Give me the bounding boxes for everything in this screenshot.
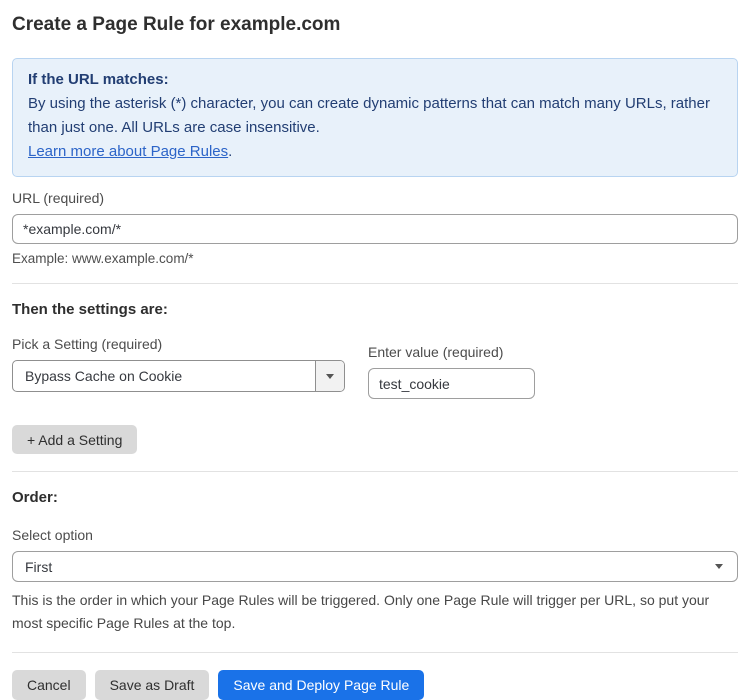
dropdown-arrow-button[interactable]: [315, 361, 344, 391]
enter-value-column: Enter value (required): [368, 331, 535, 399]
info-box-link-line: Learn more about Page Rules.: [28, 140, 722, 164]
order-select[interactable]: First: [12, 551, 738, 582]
info-box-heading: If the URL matches:: [28, 68, 722, 92]
chevron-down-icon: [326, 374, 334, 379]
divider: [12, 652, 738, 653]
link-suffix: .: [228, 143, 232, 160]
pick-setting-column: Pick a Setting (required) Bypass Cache o…: [12, 323, 345, 399]
pick-setting-selected-value: Bypass Cache on Cookie: [13, 361, 315, 391]
save-as-draft-button[interactable]: Save as Draft: [95, 670, 210, 700]
footer-actions: Cancel Save as Draft Save and Deploy Pag…: [12, 670, 738, 700]
settings-section-heading: Then the settings are:: [12, 301, 738, 319]
pick-setting-label: Pick a Setting (required): [12, 336, 345, 352]
setting-value-input[interactable]: [368, 368, 535, 399]
enter-value-label: Enter value (required): [368, 344, 535, 360]
url-input[interactable]: [12, 214, 738, 244]
cancel-button[interactable]: Cancel: [12, 670, 86, 700]
url-match-info-box: If the URL matches: By using the asteris…: [12, 58, 738, 177]
save-and-deploy-button[interactable]: Save and Deploy Page Rule: [218, 670, 424, 700]
url-label: URL (required): [12, 190, 738, 206]
order-section-heading: Order:: [12, 489, 738, 507]
order-selected-value: First: [25, 559, 52, 575]
select-option-label: Select option: [12, 527, 738, 543]
order-description: This is the order in which your Page Rul…: [12, 589, 738, 635]
divider: [12, 283, 738, 284]
page-title: Create a Page Rule for example.com: [12, 0, 738, 36]
divider: [12, 471, 738, 472]
pick-setting-select[interactable]: Bypass Cache on Cookie: [12, 360, 345, 392]
add-setting-button[interactable]: + Add a Setting: [12, 425, 137, 454]
url-example-hint: Example: www.example.com/*: [12, 251, 738, 266]
learn-more-link[interactable]: Learn more about Page Rules: [28, 143, 228, 160]
chevron-down-icon: [715, 564, 723, 569]
info-box-body: By using the asterisk (*) character, you…: [28, 92, 722, 140]
settings-row: Pick a Setting (required) Bypass Cache o…: [12, 323, 738, 399]
